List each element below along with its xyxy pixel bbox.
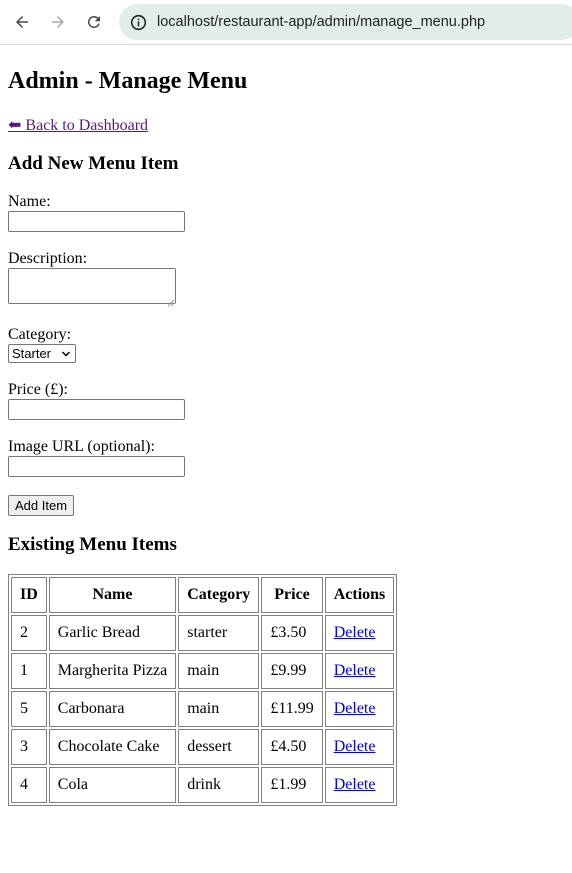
cell-actions: Delete <box>324 691 395 727</box>
delete-link[interactable]: Delete <box>334 624 376 641</box>
cell-id: 4 <box>11 767 47 803</box>
reload-icon[interactable] <box>81 9 107 35</box>
back-to-dashboard-link[interactable]: ⬅ Back to Dashboard <box>8 117 148 135</box>
table-row: 3 Chocolate Cake dessert £4.50 Delete <box>11 729 395 765</box>
description-label: Description: <box>8 250 88 267</box>
table-row: 2 Garlic Bread starter £3.50 Delete <box>11 615 395 651</box>
column-header-price: Price <box>261 577 323 613</box>
cell-name: Cola <box>48 767 177 803</box>
cell-actions: Delete <box>324 653 395 689</box>
delete-link[interactable]: Delete <box>334 662 376 679</box>
cell-category: dessert <box>178 729 260 765</box>
cell-price: £11.99 <box>261 691 323 727</box>
column-header-actions: Actions <box>324 577 395 613</box>
url-text: localhost/restaurant-app/admin/manage_me… <box>157 14 486 30</box>
column-header-id: ID <box>11 577 47 613</box>
image-url-input[interactable] <box>8 456 185 477</box>
image-url-label: Image URL (optional): <box>8 438 155 455</box>
add-item-form: Add New Menu Item Name: Description: Cat… <box>8 153 564 516</box>
cell-category: main <box>178 691 260 727</box>
table-header-row: ID Name Category Price Actions <box>11 577 395 613</box>
cell-name: Garlic Bread <box>48 615 177 651</box>
cell-actions: Delete <box>324 615 395 651</box>
cell-actions: Delete <box>324 767 395 803</box>
cell-price: £3.50 <box>261 615 323 651</box>
description-field-group: Description: <box>8 250 564 307</box>
cell-id: 2 <box>11 615 47 651</box>
cell-category: drink <box>178 767 260 803</box>
chevron-down-icon <box>61 351 71 357</box>
existing-items-heading: Existing Menu Items <box>8 534 177 555</box>
add-item-button[interactable]: Add Item <box>8 495 75 516</box>
add-item-heading: Add New Menu Item <box>8 153 179 174</box>
site-info-icon[interactable] <box>129 13 147 31</box>
cell-actions: Delete <box>324 729 395 765</box>
name-field-group: Name: <box>8 193 564 232</box>
cell-id: 5 <box>11 691 47 727</box>
category-selected-value: Starter <box>12 346 52 361</box>
column-header-name: Name <box>48 577 177 613</box>
cell-category: starter <box>178 615 260 651</box>
forward-arrow-icon[interactable] <box>45 9 71 35</box>
price-label: Price (£): <box>8 381 68 398</box>
back-arrow-icon[interactable] <box>9 9 35 35</box>
name-input[interactable] <box>8 211 185 232</box>
table-row: 4 Cola drink £1.99 Delete <box>11 767 395 803</box>
menu-items-table: ID Name Category Price Actions 2 Garlic … <box>8 574 398 806</box>
cell-price: £1.99 <box>261 767 323 803</box>
delete-link[interactable]: Delete <box>334 738 376 755</box>
address-bar[interactable]: localhost/restaurant-app/admin/manage_me… <box>119 4 572 40</box>
delete-link[interactable]: Delete <box>334 776 376 793</box>
column-header-category: Category <box>178 577 260 613</box>
cell-price: £9.99 <box>261 653 323 689</box>
cell-name: Carbonara <box>48 691 177 727</box>
image-url-field-group: Image URL (optional): <box>8 438 564 477</box>
category-field-group: Category: Starter <box>8 326 564 363</box>
price-field-group: Price (£): <box>8 381 564 420</box>
delete-link[interactable]: Delete <box>334 700 376 717</box>
page-title: Admin - Manage Menu <box>8 68 248 94</box>
resize-handle-icon[interactable] <box>167 299 175 307</box>
table-row: 5 Carbonara main £11.99 Delete <box>11 691 395 727</box>
price-input[interactable] <box>8 399 185 420</box>
cell-price: £4.50 <box>261 729 323 765</box>
category-select[interactable]: Starter <box>8 344 76 363</box>
page-content: Admin - Manage Menu ⬅ Back to Dashboard … <box>0 67 572 806</box>
table-row: 1 Margherita Pizza main £9.99 Delete <box>11 653 395 689</box>
browser-toolbar: localhost/restaurant-app/admin/manage_me… <box>0 0 572 45</box>
category-label: Category: <box>8 326 72 343</box>
name-label: Name: <box>8 193 51 210</box>
cell-name: Margherita Pizza <box>48 653 177 689</box>
cell-id: 3 <box>11 729 47 765</box>
cell-id: 1 <box>11 653 47 689</box>
description-textarea[interactable] <box>8 268 176 307</box>
cell-name: Chocolate Cake <box>48 729 177 765</box>
cell-category: main <box>178 653 260 689</box>
